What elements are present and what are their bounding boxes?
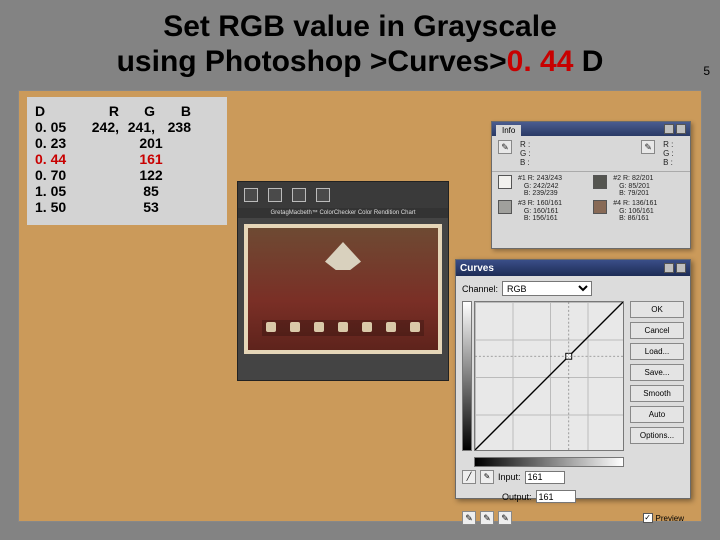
black-point-eyedropper-icon[interactable]: ✎ (462, 511, 476, 525)
cell-value: 201 (83, 135, 219, 151)
info-tab[interactable]: Info (496, 125, 521, 136)
cancel-button[interactable]: Cancel (630, 322, 684, 339)
book-title-characters (262, 320, 424, 336)
r-label: R : (663, 140, 674, 149)
input-gradient (474, 457, 624, 467)
sample-values: #2 R: 82/201 G: 85/201 B: 79/201 (613, 175, 653, 198)
sample-swatch (593, 175, 607, 189)
preview-label: Preview (656, 514, 684, 523)
curve-line[interactable] (475, 302, 623, 450)
slide-number: 5 (703, 64, 710, 78)
image-toolbar (238, 182, 448, 208)
channel-select[interactable]: RGB (502, 281, 592, 296)
title-highlight: 0. 44 (507, 45, 574, 78)
cell-d: 0. 23 (35, 135, 83, 151)
gray-point-eyedropper-icon[interactable]: ✎ (480, 511, 494, 525)
cell-value: 122 (83, 167, 219, 183)
info-sample: #2 R: 82/201 G: 85/201 B: 79/201 (593, 175, 682, 198)
curves-title: Curves (460, 263, 494, 274)
input-field[interactable] (525, 471, 565, 484)
info-sample: #3 R: 160/161 G: 160/161 B: 156/161 (498, 200, 587, 223)
col-g: G (119, 103, 155, 119)
save-button[interactable]: Save... (630, 364, 684, 381)
sample-swatch (498, 200, 512, 214)
sample-values: #4 R: 136/161 G: 106/161 B: 86/161 (613, 200, 657, 223)
sample-swatch (593, 200, 607, 214)
b-label: B : (520, 158, 531, 167)
load-button[interactable]: Load... (630, 343, 684, 360)
info-primary-readout: ✎ R : G : B : ✎ R : G : B : (492, 136, 690, 172)
colorchecker-caption: GretagMacbeth™ ColorChecker Color Rendit… (238, 208, 448, 218)
output-gradient (462, 301, 472, 451)
smooth-button[interactable]: Smooth (630, 385, 684, 402)
g-label: G : (663, 149, 674, 158)
tool-icon[interactable] (268, 188, 282, 202)
auto-button[interactable]: Auto (630, 406, 684, 423)
col-b: B (155, 103, 191, 119)
content-area: D R G B 0. 05242,241,2380. 232010. 44161… (18, 90, 702, 522)
curve-point-icon[interactable]: ╱ (462, 470, 476, 484)
eyedropper-icon[interactable]: ✎ (641, 140, 655, 154)
ok-button[interactable]: OK (630, 301, 684, 318)
sample-values: #3 R: 160/161 G: 160/161 B: 156/161 (518, 200, 562, 223)
pencil-icon[interactable]: ✎ (480, 470, 494, 484)
table-header: D R G B (35, 103, 219, 119)
eyedropper-icon[interactable]: ✎ (498, 140, 512, 154)
g-label: G : (520, 149, 531, 158)
cell-d: 0. 70 (35, 167, 83, 183)
options-button[interactable]: Options... (630, 427, 684, 444)
cell-g: 241, (119, 119, 155, 135)
close-icon[interactable] (676, 124, 686, 134)
cell-value: 53 (83, 199, 219, 215)
scanned-book-cover (244, 224, 442, 354)
info-sample: #4 R: 136/161 G: 106/161 B: 86/161 (593, 200, 682, 223)
channel-label: Channel: (462, 284, 498, 294)
cell-r: 242, (83, 119, 119, 135)
cell-value: 85 (83, 183, 219, 199)
info-sample-readouts: #1 R: 243/243 G: 242/242 B: 239/239 #2 R:… (492, 172, 690, 226)
slide-title: Set RGB value in Grayscale using Photosh… (0, 0, 720, 85)
curves-graph[interactable] (474, 301, 624, 451)
input-label: Input: (498, 472, 521, 482)
table-row: 0. 23201 (35, 135, 219, 151)
help-icon[interactable] (664, 263, 674, 273)
r-label: R : (520, 140, 531, 149)
cell-d: 1. 50 (35, 199, 83, 215)
crane-illustration (325, 242, 361, 270)
cell-d: 1. 05 (35, 183, 83, 199)
curves-dialog[interactable]: Curves Channel: RGB (455, 259, 691, 499)
density-table: D R G B 0. 05242,241,2380. 232010. 44161… (27, 97, 227, 225)
title-line2-c: D (573, 45, 603, 78)
b-label: B : (663, 158, 674, 167)
tool-icon[interactable] (244, 188, 258, 202)
cell-d: 0. 44 (35, 151, 83, 167)
tool-icon[interactable] (316, 188, 330, 202)
col-d: D (35, 103, 83, 119)
minimize-icon[interactable] (664, 124, 674, 134)
preview-checkbox[interactable]: ✓ (643, 513, 653, 523)
curves-titlebar[interactable]: Curves (456, 260, 690, 276)
sample-values: #1 R: 243/243 G: 242/242 B: 239/239 (518, 175, 562, 198)
sample-image-panel: GretagMacbeth™ ColorChecker Color Rendit… (237, 181, 449, 381)
table-row: 1. 0585 (35, 183, 219, 199)
tool-icon[interactable] (292, 188, 306, 202)
table-row: 1. 5053 (35, 199, 219, 215)
title-line1: Set RGB value in Grayscale (163, 10, 557, 43)
cell-value: 161 (83, 151, 219, 167)
cell-b: 238 (155, 119, 191, 135)
sample-swatch (498, 175, 512, 189)
table-row: 0. 44161 (35, 151, 219, 167)
info-sample: #1 R: 243/243 G: 242/242 B: 239/239 (498, 175, 587, 198)
output-field[interactable] (536, 490, 576, 503)
white-point-eyedropper-icon[interactable]: ✎ (498, 511, 512, 525)
output-label: Output: (502, 492, 532, 502)
info-palette[interactable]: Info ✎ R : G : B : ✎ R : G : B : #1 R: 2… (491, 121, 691, 249)
table-row: 0. 70122 (35, 167, 219, 183)
title-line2-a: using Photoshop >Curves> (117, 45, 507, 78)
col-r: R (83, 103, 119, 119)
info-titlebar[interactable]: Info (492, 122, 690, 136)
table-row: 0. 05242,241,238 (35, 119, 219, 135)
cell-d: 0. 05 (35, 119, 83, 135)
close-icon[interactable] (676, 263, 686, 273)
